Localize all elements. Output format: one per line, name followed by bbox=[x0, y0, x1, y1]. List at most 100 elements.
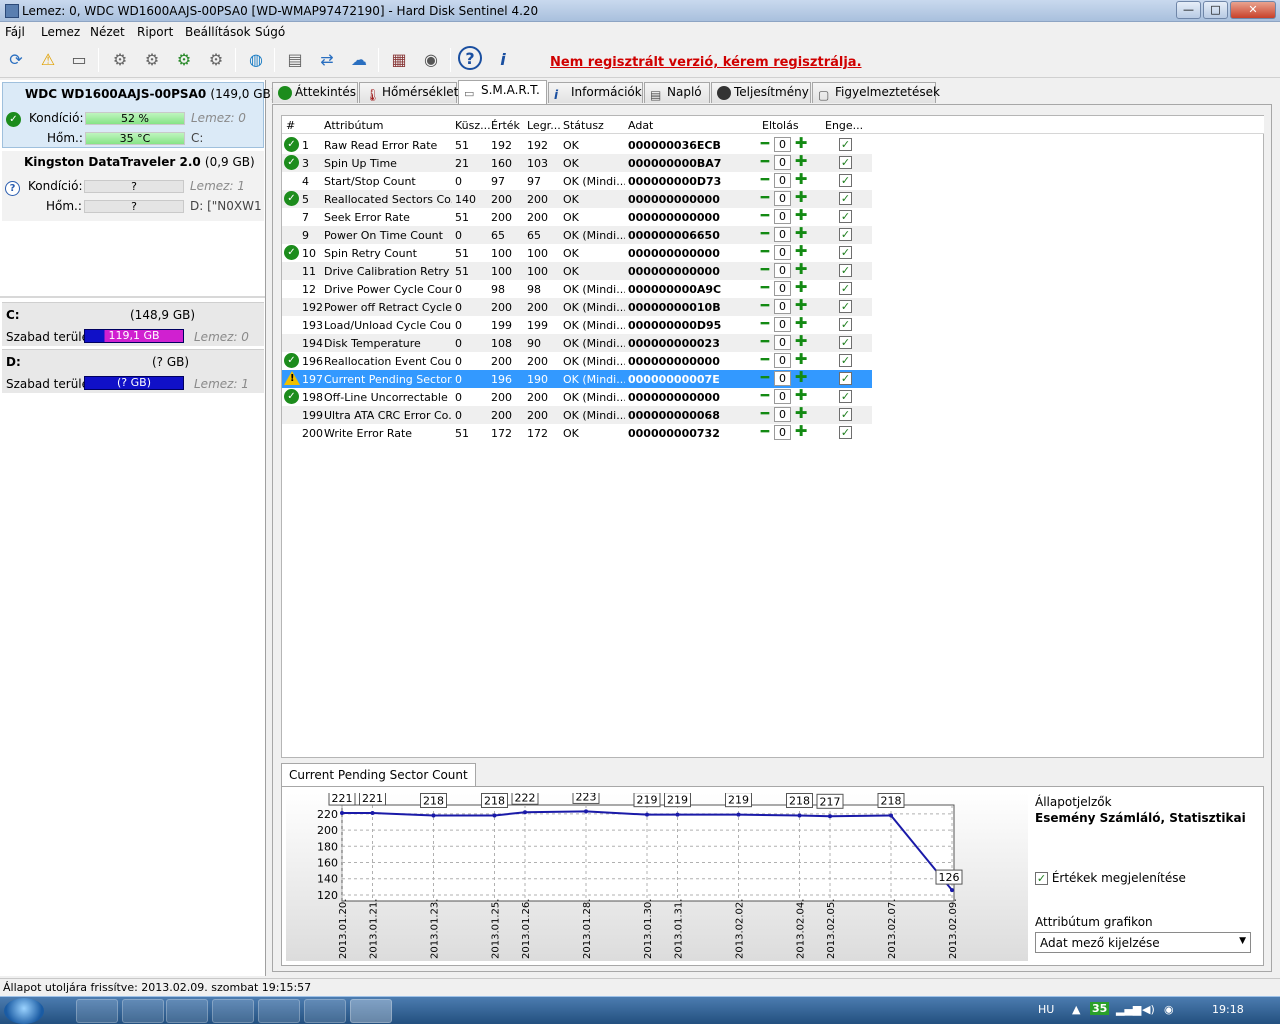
offset-increase-button[interactable]: ✚ bbox=[794, 226, 808, 241]
offset-value[interactable]: 0 bbox=[774, 353, 791, 368]
offset-value[interactable]: 0 bbox=[774, 155, 791, 170]
network-icon[interactable]: ▂▄▆ bbox=[1116, 1003, 1141, 1016]
offset-decrease-button[interactable]: ━ bbox=[758, 407, 772, 422]
report-icon[interactable]: ▤ bbox=[282, 46, 308, 72]
offset-decrease-button[interactable]: ━ bbox=[758, 335, 772, 350]
disk-item-wdc[interactable]: WDC WD1600AAJS-00PSA0 (149,0 GB) ✓ Kondí… bbox=[2, 82, 275, 148]
offset-increase-button[interactable]: ✚ bbox=[794, 190, 808, 205]
header-enabled[interactable]: Enge... bbox=[825, 119, 863, 132]
offset-increase-button[interactable]: ✚ bbox=[794, 154, 808, 169]
enabled-checkbox[interactable]: ✓ bbox=[839, 336, 852, 349]
taskbar-app-hdsentinel[interactable] bbox=[350, 999, 392, 1023]
offset-value[interactable]: 0 bbox=[774, 317, 791, 332]
enabled-checkbox[interactable]: ✓ bbox=[839, 372, 852, 385]
volume-icon[interactable]: ◀) bbox=[1142, 1003, 1155, 1016]
header-attribute[interactable]: Attribútum bbox=[324, 119, 384, 132]
header-value[interactable]: Érték bbox=[491, 119, 520, 132]
table-row[interactable]: ✓ 1 Raw Read Error Rate 51 192 192 OK 000000036… bbox=[282, 136, 872, 154]
offset-value[interactable]: 0 bbox=[774, 137, 791, 152]
table-row[interactable]: ✓ 5 Reallocated Sectors Co... 140 200 200 OK 00… bbox=[282, 190, 872, 208]
menu-settings[interactable]: Beállítások bbox=[185, 25, 251, 39]
enabled-checkbox[interactable]: ✓ bbox=[839, 390, 852, 403]
offset-increase-button[interactable]: ✚ bbox=[794, 316, 808, 331]
enabled-checkbox[interactable]: ✓ bbox=[839, 426, 852, 439]
offset-value[interactable]: 0 bbox=[774, 245, 791, 260]
info-icon[interactable]: i bbox=[490, 46, 516, 72]
clock[interactable]: 19:18 bbox=[1212, 1003, 1244, 1016]
menu-file[interactable]: Fájl bbox=[5, 25, 25, 39]
offset-decrease-button[interactable]: ━ bbox=[758, 191, 772, 206]
offset-value[interactable]: 0 bbox=[774, 173, 791, 188]
offset-increase-button[interactable]: ✚ bbox=[794, 406, 808, 421]
offset-increase-button[interactable]: ✚ bbox=[794, 352, 808, 367]
enabled-checkbox[interactable]: ✓ bbox=[839, 264, 852, 277]
offset-increase-button[interactable]: ✚ bbox=[794, 298, 808, 313]
offset-value[interactable]: 0 bbox=[774, 425, 791, 440]
offset-increase-button[interactable]: ✚ bbox=[794, 136, 808, 151]
taskbar-app-firefox[interactable] bbox=[212, 999, 254, 1023]
offset-increase-button[interactable]: ✚ bbox=[794, 208, 808, 223]
offset-decrease-button[interactable]: ━ bbox=[758, 281, 772, 296]
enabled-checkbox[interactable]: ✓ bbox=[839, 192, 852, 205]
graph-select[interactable]: Adat mező kijelzése ▼ bbox=[1035, 932, 1251, 953]
header-id[interactable]: # bbox=[286, 119, 295, 132]
table-row[interactable]: ✓ 10 Spin Retry Count 51 100 100 OK 00000000000… bbox=[282, 244, 872, 262]
offset-decrease-button[interactable]: ━ bbox=[758, 263, 772, 278]
offset-decrease-button[interactable]: ━ bbox=[758, 209, 772, 224]
enabled-checkbox[interactable]: ✓ bbox=[839, 282, 852, 295]
offset-decrease-button[interactable]: ━ bbox=[758, 299, 772, 314]
header-worst[interactable]: Legr... bbox=[527, 119, 561, 132]
offset-increase-button[interactable]: ✚ bbox=[794, 262, 808, 277]
offset-decrease-button[interactable]: ━ bbox=[758, 317, 772, 332]
volume-item-d[interactable]: D: (? GB) Szabad terület (? GB) Lemez: 1 bbox=[2, 349, 264, 393]
taskbar-app-paint[interactable] bbox=[76, 999, 118, 1023]
offset-decrease-button[interactable]: ━ bbox=[758, 389, 772, 404]
offset-increase-button[interactable]: ✚ bbox=[794, 370, 808, 385]
offset-increase-button[interactable]: ✚ bbox=[794, 244, 808, 259]
offset-value[interactable]: 0 bbox=[774, 389, 791, 404]
enabled-checkbox[interactable]: ✓ bbox=[839, 246, 852, 259]
disk-item-kingston[interactable]: Kingston DataTraveler 2.0 (0,9 GB) ? Kon… bbox=[2, 151, 264, 297]
offset-increase-button[interactable]: ✚ bbox=[794, 334, 808, 349]
table-row[interactable]: ✓ 198 Off-Line Uncorrectable ... 0 200 200 OK … bbox=[282, 388, 872, 406]
disk-test-icon[interactable]: ⚙ bbox=[107, 46, 133, 72]
taskbar-app-media[interactable] bbox=[258, 999, 300, 1023]
refresh-icon[interactable]: ⟳ bbox=[3, 46, 29, 72]
tab-overview[interactable]: Áttekintés bbox=[272, 82, 358, 103]
report-send-icon[interactable]: ⇄ bbox=[314, 46, 340, 72]
close-button[interactable]: ✕ bbox=[1230, 1, 1276, 19]
tab-information[interactable]: i Információk bbox=[548, 82, 643, 103]
offset-increase-button[interactable]: ✚ bbox=[794, 424, 808, 439]
table-row[interactable]: ✓ 196 Reallocation Event Count 0 200 200 OK (M… bbox=[282, 352, 872, 370]
tab-log[interactable]: ▤ Napló bbox=[644, 82, 710, 103]
tray-app-icon[interactable]: ◉ bbox=[1164, 1003, 1174, 1016]
show-values-checkbox[interactable]: ✓ bbox=[1035, 872, 1048, 885]
network-icon[interactable]: ☁ bbox=[346, 46, 372, 72]
tab-temperature[interactable]: 🌡 Hőmérséklet bbox=[359, 82, 458, 103]
table-row[interactable]: 193 Load/Unload Cycle Cou... 0 199 199 OK (Mi… bbox=[282, 316, 872, 334]
maximize-button[interactable]: □ bbox=[1203, 1, 1228, 19]
header-threshold[interactable]: Küsz... bbox=[455, 119, 491, 132]
header-status[interactable]: Státusz bbox=[563, 119, 604, 132]
table-row[interactable]: 12 Drive Power Cycle Count 0 98 98 OK (Mindi.… bbox=[282, 280, 872, 298]
enabled-checkbox[interactable]: ✓ bbox=[839, 156, 852, 169]
offset-decrease-button[interactable]: ━ bbox=[758, 155, 772, 170]
offset-value[interactable]: 0 bbox=[774, 335, 791, 350]
offset-decrease-button[interactable]: ━ bbox=[758, 425, 772, 440]
volume-item-c[interactable]: C: (148,9 GB) Szabad terület 119,1 GB Le… bbox=[2, 302, 264, 346]
enabled-checkbox[interactable]: ✓ bbox=[839, 174, 852, 187]
offset-value[interactable]: 0 bbox=[774, 281, 791, 296]
tab-smart[interactable]: ▭ S.M.A.R.T. bbox=[458, 80, 547, 104]
taskbar-app-ie[interactable] bbox=[122, 999, 164, 1023]
menu-disk[interactable]: Lemez bbox=[41, 25, 80, 39]
minimize-button[interactable]: — bbox=[1176, 1, 1201, 19]
start-button[interactable] bbox=[4, 998, 44, 1024]
table-row[interactable]: 7 Seek Error Rate 51 200 200 OK 000000000000 ━ 0… bbox=[282, 208, 872, 226]
tab-performance[interactable]: Teljesítmény bbox=[711, 82, 811, 103]
menu-help[interactable]: Súgó bbox=[255, 25, 285, 39]
offset-value[interactable]: 0 bbox=[774, 191, 791, 206]
table-row[interactable]: 194 Disk Temperature 0 108 90 OK (Mindi... 000… bbox=[282, 334, 872, 352]
enabled-checkbox[interactable]: ✓ bbox=[839, 318, 852, 331]
enabled-checkbox[interactable]: ✓ bbox=[839, 228, 852, 241]
header-offset[interactable]: Eltolás bbox=[762, 119, 799, 132]
